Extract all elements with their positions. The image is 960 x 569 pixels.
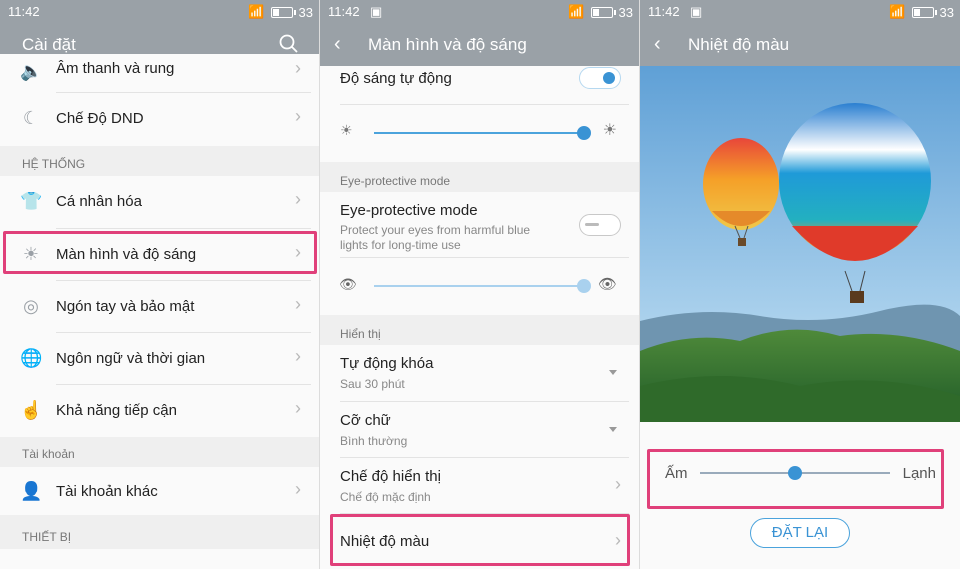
list-item[interactable]: 🔈 Âm thanh và rung › xyxy=(0,54,319,92)
auto-lock-row[interactable]: Tự động khóa Sau 30 phút xyxy=(320,345,639,401)
font-size-row[interactable]: Cỡ chữ Bình thường xyxy=(320,402,639,458)
eye-slider-row: 👁 👁 xyxy=(320,258,639,313)
temperature-slider-thumb[interactable] xyxy=(788,466,802,480)
fingerprint-icon: ◎ xyxy=(23,296,39,316)
auto-brightness-toggle[interactable] xyxy=(579,67,621,89)
reset-button[interactable]: ĐẶT LẠI xyxy=(750,518,850,548)
status-bar: 11:42 📶 33 xyxy=(0,0,319,24)
brightness-slider-row: ☀ ☀ xyxy=(320,105,639,160)
chevron-right-icon: › xyxy=(295,479,301,499)
dropdown-caret-icon xyxy=(609,427,617,432)
image-icon: ▣ xyxy=(690,4,703,19)
battery-level: 33 xyxy=(939,4,954,20)
eye-mode-toggle[interactable] xyxy=(579,214,621,236)
battery-level: 33 xyxy=(298,4,313,20)
cold-label: Lạnh xyxy=(902,465,936,482)
chevron-right-icon: › xyxy=(295,398,301,418)
battery-icon xyxy=(911,6,937,18)
chevron-right-icon: › xyxy=(295,346,301,366)
section-header: Tài khoản xyxy=(0,437,319,467)
highlight-box xyxy=(3,231,317,274)
list-item[interactable]: ☝ Khả năng tiếp cận › xyxy=(0,385,319,437)
battery-icon xyxy=(270,6,296,18)
list-item[interactable]: ☾ Chế Độ DND › xyxy=(0,93,319,145)
hand-icon: ☝ xyxy=(20,400,43,420)
back-arrow-icon[interactable]: ‹ xyxy=(334,33,341,56)
list-item[interactable]: 🌐 Ngôn ngữ và thời gian › xyxy=(0,333,319,385)
brightness-slider-thumb[interactable] xyxy=(577,126,591,140)
app-bar: ‹ Màn hình và độ sáng xyxy=(320,24,639,66)
moon-icon: ☾ xyxy=(22,108,40,128)
speaker-icon: 🔈 xyxy=(20,61,43,81)
shirt-icon: 👕 xyxy=(20,191,43,211)
battery-level: 33 xyxy=(618,4,633,20)
eye-slider[interactable] xyxy=(374,285,584,287)
chevron-right-icon: › xyxy=(295,294,301,314)
back-arrow-icon[interactable]: ‹ xyxy=(654,33,661,56)
page-title: Màn hình và độ sáng xyxy=(368,35,527,54)
warm-label: Ấm xyxy=(665,465,688,482)
eye-icon: 👁 xyxy=(339,276,357,292)
section-header: THIẾT BỊ xyxy=(0,515,319,549)
wifi-icon: 📶 xyxy=(248,4,265,19)
battery-icon xyxy=(590,6,616,18)
page-title: Cài đặt xyxy=(22,35,76,54)
status-time: 11:42 xyxy=(8,4,40,19)
chevron-right-icon: › xyxy=(295,189,301,209)
section-header: HỆ THỐNG xyxy=(0,146,319,176)
brightness-slider[interactable] xyxy=(374,132,584,134)
chevron-right-icon: › xyxy=(295,58,301,78)
list-item[interactable]: 👕 Cá nhân hóa › xyxy=(0,176,319,228)
sun-large-icon: ☀ xyxy=(602,122,617,139)
highlight-box xyxy=(330,514,630,566)
preview-image xyxy=(640,66,960,422)
sun-small-icon: ☀ xyxy=(340,122,353,138)
chevron-right-icon: › xyxy=(295,106,301,126)
section-header: Eye-protective mode xyxy=(320,162,639,192)
status-bar: 11:42 ▣ 📶 33 xyxy=(640,0,960,24)
wifi-icon: 📶 xyxy=(568,4,585,19)
status-bar: 11:42 ▣ 📶 33 xyxy=(320,0,639,24)
app-bar: ‹ Nhiệt độ màu xyxy=(640,24,960,66)
eye-drop-icon: 👁 xyxy=(597,276,617,293)
eye-slider-thumb[interactable] xyxy=(577,279,591,293)
settings-panel: 11:42 📶 33 Cài đặt 🔈 Âm thanh và rung › … xyxy=(0,0,319,569)
status-time: 11:42 xyxy=(328,4,360,19)
display-mode-row[interactable]: Chế độ hiển thị Chế độ mặc định › xyxy=(320,458,639,514)
display-brightness-panel: 11:42 ▣ 📶 33 ‹ Màn hình và độ sáng Độ sá… xyxy=(320,0,639,569)
status-time: 11:42 xyxy=(648,4,680,19)
chevron-right-icon: › xyxy=(615,474,621,494)
list-item[interactable]: 👤 Tài khoản khác › xyxy=(0,467,319,515)
page-title: Nhiệt độ màu xyxy=(688,35,790,54)
eye-mode-row[interactable]: Eye-protective mode Protect your eyes fr… xyxy=(320,192,639,256)
auto-brightness-row[interactable]: Độ sáng tự động xyxy=(320,66,639,104)
image-icon: ▣ xyxy=(370,4,383,19)
section-header: Hiển thị xyxy=(320,315,639,345)
color-temperature-panel: 11:42 ▣ 📶 33 ‹ Nhiệt độ màu Ấm Lạnh ĐẶT … xyxy=(640,0,960,569)
list-item[interactable]: ◎ Ngón tay và bảo mật › xyxy=(0,281,319,333)
dropdown-caret-icon xyxy=(609,370,617,375)
person-icon: 👤 xyxy=(20,481,43,501)
globe-icon: 🌐 xyxy=(20,348,43,368)
wifi-icon: 📶 xyxy=(889,4,906,19)
